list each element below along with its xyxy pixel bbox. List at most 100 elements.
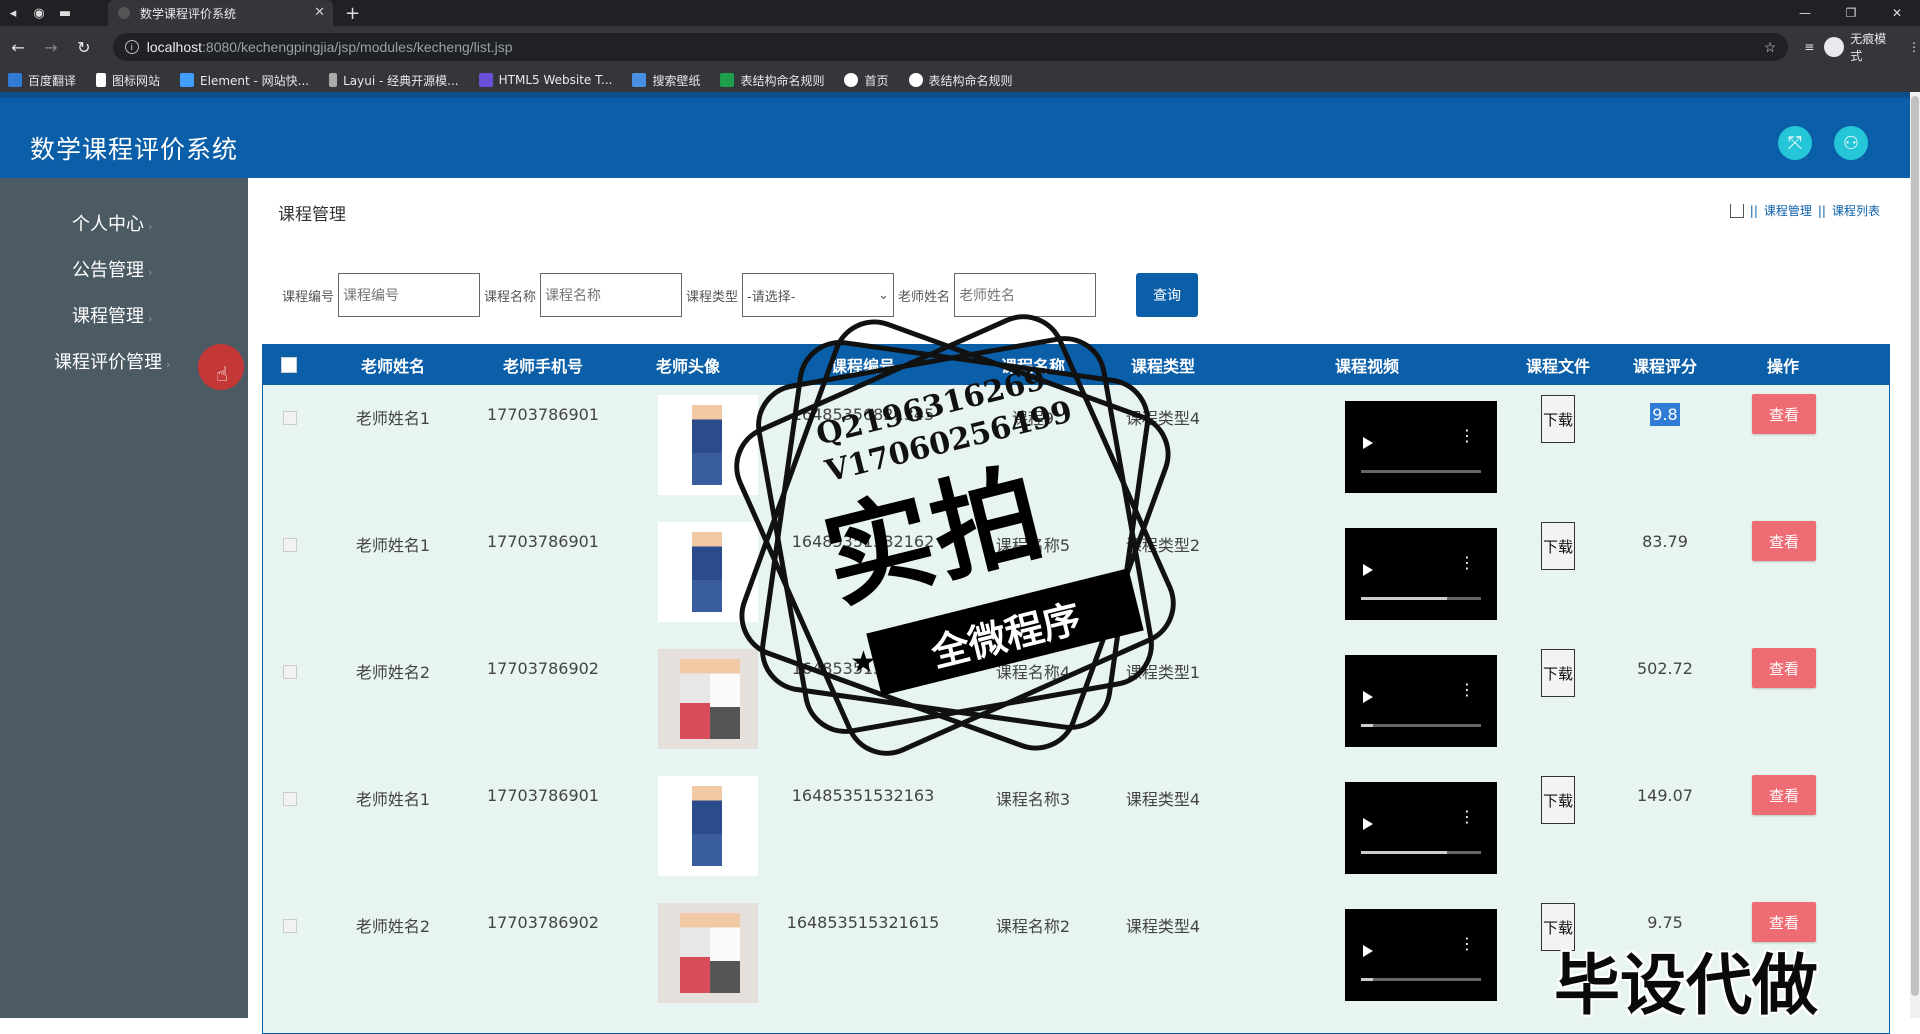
- incognito-indicator[interactable]: 无痕模式: [1824, 30, 1898, 64]
- course-table: 老师姓名 老师手机号 老师头像 课程编号 课程名称 课程类型 课程视频 课程文件…: [262, 344, 1890, 1034]
- bookmark-item[interactable]: 搜索壁纸: [632, 72, 700, 89]
- more-options-icon[interactable]: ⋮: [1459, 428, 1475, 444]
- bookmark-item[interactable]: Element - 网站快...: [180, 72, 309, 89]
- view-button[interactable]: 查看: [1752, 648, 1816, 688]
- cell-teacher-name: 老师姓名2: [355, 917, 431, 936]
- cell-teacher-phone: 17703786901: [487, 532, 599, 551]
- table-row: 老师姓名2 17703786902 16485351532161 课程名称4 课程类型1…: [263, 648, 1889, 776]
- globe-icon[interactable]: ◉: [26, 0, 52, 26]
- video-progress-bar[interactable]: [1361, 851, 1481, 854]
- reading-list-icon[interactable]: ≡: [1804, 40, 1814, 54]
- bookmark-item[interactable]: 表结构命名规则: [908, 72, 1013, 89]
- scrollbar-thumb[interactable]: [1911, 96, 1919, 996]
- col-course-file: 课程文件: [1525, 357, 1590, 376]
- page-scrollbar[interactable]: [1910, 92, 1920, 1018]
- row-checkbox[interactable]: [283, 665, 297, 679]
- play-icon[interactable]: [1363, 564, 1373, 576]
- chevron-right-icon: ›: [148, 220, 153, 233]
- breadcrumb-item[interactable]: 课程管理: [1764, 202, 1812, 219]
- course-type-select[interactable]: -请选择- ⌄: [742, 273, 895, 317]
- home-icon[interactable]: [1729, 203, 1744, 218]
- user-icon[interactable]: ⚇: [1834, 126, 1868, 160]
- speaker-icon[interactable]: ◂: [0, 0, 26, 26]
- browser-tab[interactable]: 数学课程评价系统 ✕: [108, 0, 333, 26]
- course-video-player[interactable]: ⋮: [1345, 909, 1497, 1001]
- play-icon[interactable]: [1363, 691, 1373, 703]
- address-bar: ← → ↻ i localhost :8080/kechengpingjia/j…: [0, 26, 1920, 68]
- bookmark-star-icon[interactable]: ☆: [1764, 39, 1777, 56]
- course-name-input[interactable]: 课程名称: [540, 273, 683, 317]
- close-tab-icon[interactable]: ✕: [314, 5, 325, 20]
- row-checkbox[interactable]: [283, 792, 297, 806]
- course-video-player[interactable]: ⋮: [1345, 782, 1497, 874]
- cell-course-name: 课程名称2: [995, 917, 1071, 936]
- sidebar-item-course-evaluation[interactable]: 课程评价管理 ›: [54, 348, 170, 374]
- cell-teacher-name: 老师姓名1: [355, 536, 431, 555]
- more-options-icon[interactable]: ⋮: [1459, 809, 1475, 825]
- teacher-name-input[interactable]: 老师姓名: [954, 273, 1097, 317]
- cell-course-score: 9.8: [1650, 403, 1680, 426]
- minimize-icon[interactable]: —: [1782, 0, 1828, 26]
- more-options-icon[interactable]: ⋮: [1459, 682, 1475, 698]
- more-options-icon[interactable]: ⋮: [1459, 555, 1475, 571]
- select-all-checkbox[interactable]: [281, 357, 297, 373]
- site-info-icon[interactable]: i: [124, 40, 139, 54]
- tab-title: 数学课程评价系统: [140, 6, 237, 21]
- search-button[interactable]: 查询: [1136, 273, 1199, 317]
- new-tab-icon[interactable]: +: [345, 3, 360, 24]
- row-checkbox[interactable]: [283, 538, 297, 552]
- page-title: 课程管理: [278, 205, 346, 225]
- url-input[interactable]: i localhost :8080/kechengpingjia/jsp/mod…: [112, 33, 1789, 61]
- course-code-input[interactable]: 课程编号: [338, 273, 481, 317]
- browser-tab-strip: ◂ ◉ ▬ 数学课程评价系统 ✕ + — ❐ ✕: [0, 0, 1920, 26]
- video-progress-bar[interactable]: [1361, 978, 1481, 981]
- row-checkbox[interactable]: [283, 919, 297, 933]
- more-options-icon[interactable]: ⋮: [1459, 936, 1475, 952]
- cell-course-score: 149.07: [1637, 786, 1693, 805]
- cell-course-code: 16485351532163: [791, 786, 935, 805]
- play-icon[interactable]: [1363, 818, 1373, 830]
- sidebar-item-personal-center[interactable]: 个人中心 ›: [72, 210, 152, 236]
- reload-icon[interactable]: ↻: [69, 32, 99, 62]
- view-button[interactable]: 查看: [1752, 775, 1816, 815]
- breadcrumb-item[interactable]: 课程列表: [1832, 202, 1880, 219]
- sidebar-item-notice-management[interactable]: 公告管理 ›: [72, 256, 152, 282]
- bookmark-item[interactable]: 图标网站: [96, 72, 160, 89]
- window-icon[interactable]: ▬: [52, 0, 78, 26]
- teacher-avatar-image: [658, 522, 758, 622]
- cell-teacher-phone: 17703786901: [487, 405, 599, 424]
- close-window-icon[interactable]: ✕: [1874, 0, 1920, 26]
- view-button[interactable]: 查看: [1752, 394, 1816, 434]
- course-video-player[interactable]: ⋮: [1345, 655, 1497, 747]
- play-icon[interactable]: [1363, 437, 1373, 449]
- video-progress-fill: [1361, 597, 1448, 600]
- video-progress-bar[interactable]: [1361, 470, 1481, 473]
- bookmark-item[interactable]: HTML5 Website T...: [478, 73, 612, 87]
- bookmark-item[interactable]: Layui - 经典开源模...: [329, 72, 459, 89]
- teacher-avatar-image: [658, 776, 758, 876]
- forward-icon[interactable]: →: [36, 32, 66, 62]
- bookmark-item[interactable]: 首页: [844, 72, 889, 89]
- video-progress-bar[interactable]: [1361, 597, 1481, 600]
- bookmark-item[interactable]: 百度翻译: [8, 72, 76, 89]
- bookmark-item[interactable]: 表结构命名规则: [720, 72, 824, 89]
- cell-teacher-phone: 17703786902: [487, 659, 599, 678]
- course-video-player[interactable]: ⋮: [1345, 401, 1497, 493]
- course-video-player[interactable]: ⋮: [1345, 528, 1497, 620]
- fullscreen-icon[interactable]: ⤧: [1778, 126, 1812, 160]
- url-path: :8080/kechengpingjia/jsp/modules/kecheng…: [202, 39, 513, 55]
- menu-kebab-icon[interactable]: ⋮: [1908, 40, 1920, 54]
- back-icon[interactable]: ←: [3, 32, 33, 62]
- play-icon[interactable]: [1363, 945, 1373, 957]
- download-button[interactable]: 下载: [1541, 649, 1575, 697]
- cell-course-score: 502.72: [1637, 659, 1693, 678]
- video-progress-bar[interactable]: [1361, 724, 1481, 727]
- sidebar-item-course-management[interactable]: 课程管理 ›: [72, 302, 152, 328]
- row-checkbox[interactable]: [283, 411, 297, 425]
- course-name-label: 课程名称: [484, 289, 537, 305]
- view-button[interactable]: 查看: [1752, 521, 1816, 561]
- download-button[interactable]: 下载: [1541, 776, 1575, 824]
- restore-icon[interactable]: ❐: [1828, 0, 1874, 26]
- download-button[interactable]: 下载: [1541, 395, 1575, 443]
- download-button[interactable]: 下载: [1541, 522, 1575, 570]
